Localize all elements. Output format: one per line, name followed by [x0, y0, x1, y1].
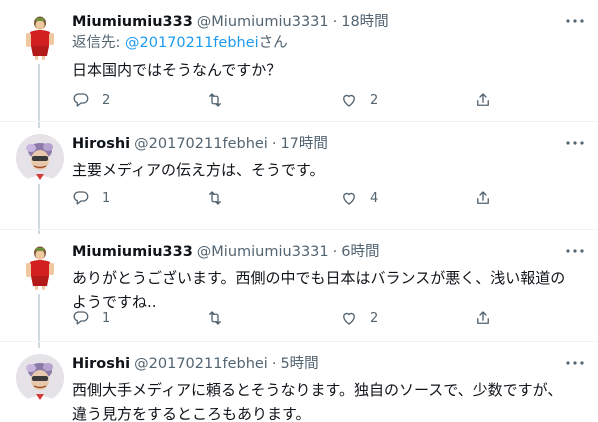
tweet-header: Miumiumiu333 @Miumiumiu3331 · 18時間 [72, 10, 582, 32]
share-icon [477, 191, 489, 204]
tweet-text-line: 西側大手メディアに頼るとそうなります。独自のソースで、少数ですが、 [72, 381, 563, 399]
user-handle[interactable]: @Miumiumiu3331 [197, 14, 329, 30]
tweet[interactable]: Hiroshi @20170211febhei · 5時間 西側大手メディアに頼… [0, 342, 598, 422]
tweet-header: Hiroshi @20170211febhei · 5時間 [72, 352, 582, 374]
tweet-content: Miumiumiu333 @Miumiumiu3331 · 18時間 返信先: … [72, 10, 584, 82]
heart-icon [343, 192, 355, 205]
tweet[interactable]: Miumiumiu333 @Miumiumiu3331 · 6時間 ありがとうご… [0, 230, 598, 342]
reply-icon [73, 191, 89, 205]
retweet-button[interactable] [206, 308, 340, 328]
user-handle[interactable]: @20170211febhei [134, 356, 268, 372]
like-count: 2 [370, 92, 379, 108]
avatar[interactable] [16, 134, 64, 182]
tweet-text: ありがとうございます。西側の中でも日本はバランスが悪く、浅い報道の ようですね.… [72, 266, 582, 314]
timestamp[interactable]: 5時間 [280, 352, 318, 373]
retweet-button[interactable] [206, 188, 340, 208]
tweet-text: 西側大手メディアに頼るとそうなります。独自のソースで、少数ですが、 違う見方をす… [72, 378, 582, 422]
tweet[interactable]: Hiroshi @20170211febhei · 17時間 主要メディアの伝え… [0, 122, 598, 230]
timestamp[interactable]: 6時間 [341, 240, 379, 261]
tweet-content: Hiroshi @20170211febhei · 5時間 西側大手メディアに頼… [72, 352, 584, 422]
tweet-text: 日本国内ではそうなんですか？ [72, 61, 282, 79]
separator: · [332, 244, 338, 260]
reply-button[interactable]: 1 [72, 308, 206, 328]
retweet-icon [209, 311, 221, 325]
retweet-icon [209, 93, 221, 107]
like-button[interactable]: 4 [340, 188, 474, 208]
share-icon [477, 93, 489, 106]
replying-to-label: 返信先: [72, 35, 125, 51]
share-button[interactable] [474, 90, 502, 110]
like-count: 4 [370, 190, 379, 206]
tweet-text-line: ありがとうございます。西側の中でも日本はバランスが悪く、浅い報道の [72, 269, 566, 287]
display-name[interactable]: Hiroshi [72, 136, 130, 152]
tweet-actions: 1 2 [72, 308, 502, 328]
share-button[interactable] [474, 308, 502, 328]
separator: · [332, 14, 338, 30]
reply-count: 2 [102, 92, 111, 108]
display-name[interactable]: Miumiumiu333 [72, 244, 193, 260]
tweet-header: Hiroshi @20170211febhei · 17時間 [72, 132, 582, 154]
like-button[interactable]: 2 [340, 90, 474, 110]
reply-button[interactable]: 1 [72, 188, 206, 208]
display-name[interactable]: Miumiumiu333 [72, 14, 193, 30]
separator: · [271, 356, 277, 372]
share-button[interactable] [474, 188, 502, 208]
more-icon[interactable] [564, 12, 586, 30]
tweet-text: 主要メディアの伝え方は、そうです。 [72, 161, 325, 179]
reply-icon [73, 93, 89, 107]
retweet-button[interactable] [206, 90, 340, 110]
replying-to-suffix: さん [258, 35, 288, 51]
tweet-text-line: 違う見方をするところもあります。 [72, 405, 311, 422]
more-icon[interactable] [564, 354, 586, 372]
tweet-content: Miumiumiu333 @Miumiumiu3331 · 6時間 ありがとうご… [72, 240, 584, 314]
heart-icon [343, 312, 355, 325]
tweet-actions: 2 2 [72, 90, 502, 110]
separator: · [271, 136, 277, 152]
replying-to: 返信先: @20170211febheiさん [72, 32, 582, 54]
more-icon[interactable] [564, 134, 586, 152]
user-handle[interactable]: @Miumiumiu3331 [197, 244, 329, 260]
avatar[interactable] [16, 242, 64, 290]
reply-icon [73, 311, 89, 325]
more-icon[interactable] [564, 242, 586, 260]
tweet-actions: 1 4 [72, 188, 502, 208]
tweet-content: Hiroshi @20170211febhei · 17時間 主要メディアの伝え… [72, 132, 584, 182]
avatar[interactable] [16, 12, 64, 60]
like-button[interactable]: 2 [340, 308, 474, 328]
display-name[interactable]: Hiroshi [72, 356, 130, 372]
share-icon [477, 311, 489, 324]
user-handle[interactable]: @20170211febhei [134, 136, 268, 152]
like-count: 2 [370, 310, 379, 326]
tweet[interactable]: Miumiumiu333 @Miumiumiu3331 · 18時間 返信先: … [0, 0, 598, 122]
avatar[interactable] [16, 354, 64, 402]
heart-icon [343, 94, 355, 107]
timestamp[interactable]: 18時間 [341, 10, 388, 31]
reply-count: 1 [102, 190, 111, 206]
reply-count: 1 [102, 310, 111, 326]
retweet-icon [209, 191, 221, 205]
mention-link[interactable]: @20170211febhei [125, 35, 259, 51]
tweet-header: Miumiumiu333 @Miumiumiu3331 · 6時間 [72, 240, 582, 262]
reply-button[interactable]: 2 [72, 90, 206, 110]
timestamp[interactable]: 17時間 [280, 132, 327, 153]
